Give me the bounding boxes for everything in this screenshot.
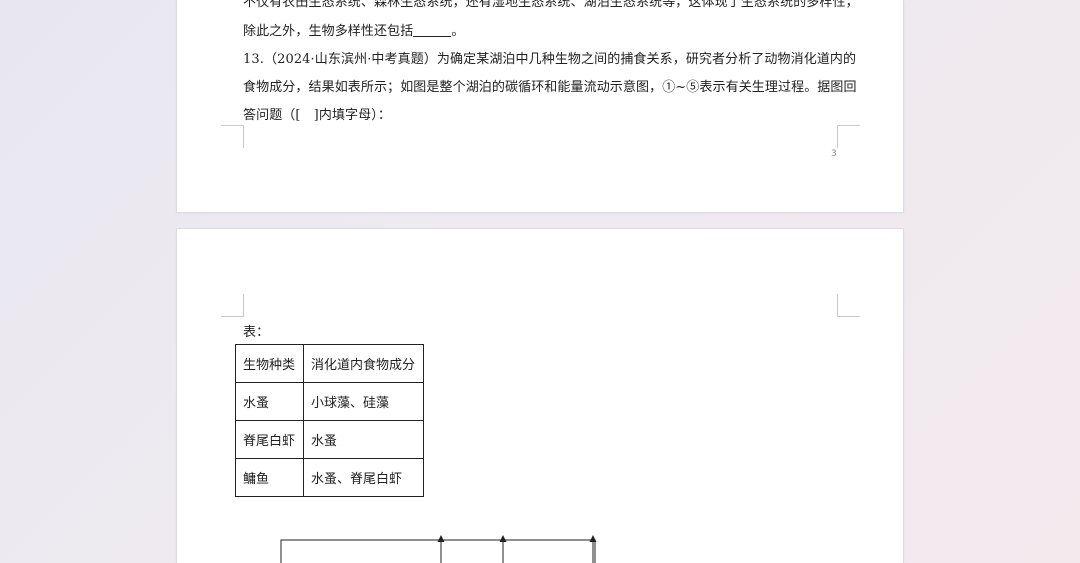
margin-corner-top-right xyxy=(837,294,860,317)
table-caption: 表： xyxy=(243,325,270,340)
table-row: 脊尾白虾 水蚤 xyxy=(235,420,424,459)
table-header-cell: 消化道内食物成分 xyxy=(303,344,424,383)
table-cell: 脊尾白虾 xyxy=(235,420,304,459)
diagram-box xyxy=(280,539,596,563)
question-13-line-3: 答问题（[ ]内填字母）： xyxy=(243,108,391,123)
document-page-4: 表： 生物种类 消化道内食物成分 水蚤 小球藻、硅藻 脊尾白虾 水蚤 鳙鱼 水蚤… xyxy=(177,229,903,563)
margin-corner-bottom-left xyxy=(221,125,244,148)
blank-prompt: 除此之外，生物多样性还包括 xyxy=(243,24,414,39)
document-page-3: 不仅有农田生态系统、森林生态系统，还有湿地生态系统、湖泊生态系统等，这体现了生态… xyxy=(177,0,903,212)
question-13-line-2: 食物成分，结果如表所示；如图是整个湖泊的碳循环和能量流动示意图，①~⑤表示有关生… xyxy=(243,80,857,95)
text-line-partial: 不仅有农田生态系统、森林生态系统，还有湿地生态系统、湖泊生态系统等，这体现了生态… xyxy=(243,0,859,10)
page-number: 3 xyxy=(831,149,837,159)
table-row: 鳙鱼 水蚤、脊尾白虾 xyxy=(235,458,424,497)
carbon-cycle-diagram xyxy=(280,535,597,563)
table-row: 水蚤 小球藻、硅藻 xyxy=(235,382,424,421)
table-header-row: 生物种类 消化道内食物成分 xyxy=(235,344,424,383)
table-cell: 水蚤 xyxy=(303,420,424,459)
arrow-up-icon xyxy=(499,535,507,563)
table-cell: 水蚤、脊尾白虾 xyxy=(303,458,424,497)
question-13-line-1: 13.（2024·山东滨州·中考真题）为确定某湖泊中几种生物之间的捕食关系，研究… xyxy=(243,52,857,67)
arrow-up-icon xyxy=(437,535,445,563)
text-line-blank: 除此之外，生物多样性还包括 。 xyxy=(243,20,464,39)
food-composition-table: 生物种类 消化道内食物成分 水蚤 小球藻、硅藻 脊尾白虾 水蚤 鳙鱼 水蚤、脊尾… xyxy=(235,344,424,497)
table-cell: 水蚤 xyxy=(235,382,304,421)
table-header-cell: 生物种类 xyxy=(235,344,304,383)
margin-corner-top-left xyxy=(221,294,244,317)
table-cell: 小球藻、硅藻 xyxy=(303,382,424,421)
table-cell: 鳙鱼 xyxy=(235,458,304,497)
answer-blank xyxy=(413,24,452,37)
blank-end: 。 xyxy=(451,24,465,39)
margin-corner-bottom-right xyxy=(837,125,860,148)
